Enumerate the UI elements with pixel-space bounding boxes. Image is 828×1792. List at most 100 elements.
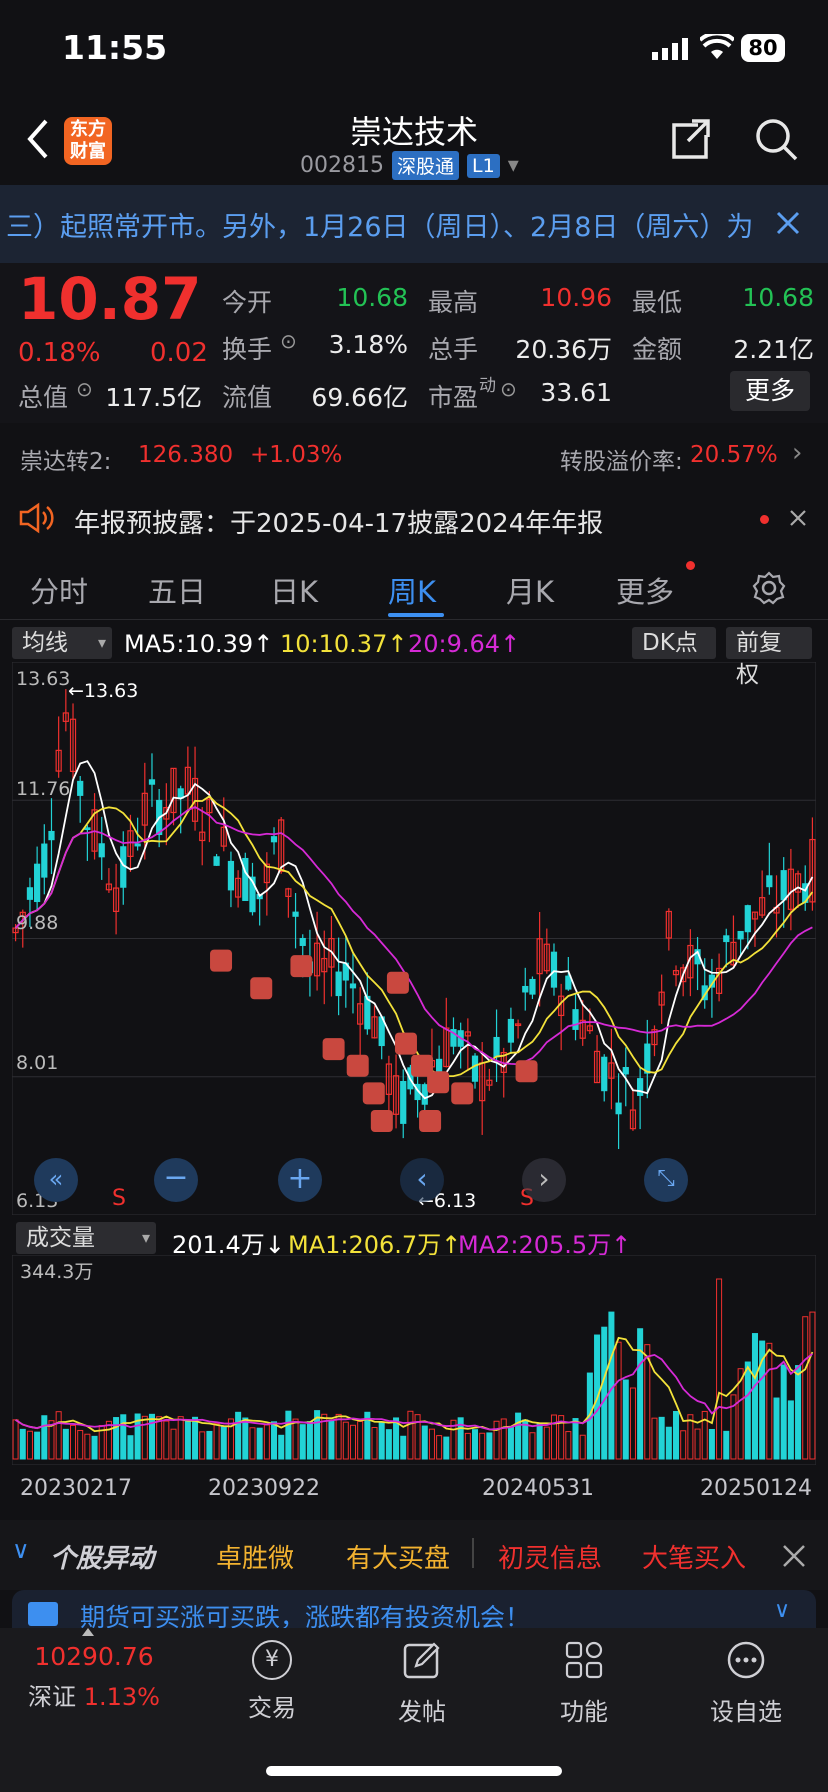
tab-daily-k[interactable]: 日K: [270, 569, 318, 611]
nav-add-watchlist[interactable]: 设自选: [696, 1640, 796, 1727]
market-notice[interactable]: 三）起照常开市。另外，1月26日（周日）、2月8日（周六）为: [0, 185, 828, 263]
grid-icon: [565, 1641, 603, 1679]
axis-label: 11.76: [16, 778, 71, 800]
candle-body: [572, 1009, 579, 1030]
buy-marker: [427, 1071, 450, 1094]
navigation-bar: 东方 财富 崇达技术 002815 深股通 L1 ▾: [0, 95, 828, 185]
float-cap-value: 69.66亿: [311, 383, 408, 412]
search-icon[interactable]: [754, 117, 798, 161]
collapse-icon[interactable]: ∨: [12, 1536, 30, 1564]
zoom-in-icon[interactable]: +: [278, 1158, 322, 1202]
tab-weekly-k[interactable]: 周K: [388, 569, 436, 611]
info-icon[interactable]: ⊙: [76, 377, 93, 401]
candle-body: [227, 860, 235, 891]
float-cap-label: 流值: [222, 383, 273, 412]
volume-indicator-select[interactable]: 成交量 ▾: [16, 1222, 156, 1254]
tab-monthly-k[interactable]: 月K: [506, 569, 554, 611]
volume-bar: [141, 1415, 148, 1460]
ma5-value: MA5:10.39↑: [124, 630, 274, 658]
volume-bar: [213, 1423, 220, 1460]
volume-bar: [572, 1418, 579, 1460]
info-icon[interactable]: ⊙: [280, 329, 297, 353]
fullscreen-icon[interactable]: ⤡: [644, 1158, 688, 1202]
volume-bar: [421, 1425, 428, 1460]
volume-bar: [515, 1412, 522, 1460]
candle-body: [299, 937, 306, 946]
open-value: 10.68: [336, 283, 408, 312]
volume-bar: [19, 1428, 26, 1460]
announcement-bar[interactable]: 年报预披露：于2025-04-17披露2024年年报: [0, 488, 828, 548]
rewind-icon[interactable]: «: [34, 1158, 78, 1202]
low-value: 10.68: [742, 283, 814, 312]
volume-bar: [70, 1424, 77, 1460]
candle-body: [148, 779, 156, 785]
nav-trade[interactable]: ¥ 交易: [222, 1640, 322, 1723]
sell-signal: S: [112, 1186, 126, 1211]
alert-item[interactable]: 有大买盘: [346, 1538, 450, 1575]
expand-icon[interactable]: [82, 1628, 94, 1636]
volume-bar: [249, 1427, 256, 1460]
volume-bar: [651, 1417, 658, 1460]
volume-bar: [278, 1434, 285, 1460]
indicator-select[interactable]: 均线 ▾: [12, 627, 112, 659]
close-icon[interactable]: [782, 1544, 806, 1568]
axis-label-top: 13.63: [16, 668, 71, 690]
tab-intraday[interactable]: 分时: [30, 569, 88, 611]
candle-body: [550, 951, 558, 988]
candle-body: [737, 930, 744, 940]
promo-banner[interactable]: 期货可买涨可买跌，涨跌都有投资机会！ ∨: [12, 1590, 816, 1630]
active-tab-indicator: [388, 613, 444, 617]
tab-more[interactable]: 更多: [616, 569, 674, 611]
date-axis: 20230217 20230922 20240531 20250124: [0, 1472, 828, 1508]
axis-label: 8.01: [16, 1052, 59, 1074]
volume-bar: [84, 1433, 91, 1460]
volume-bar: [263, 1424, 270, 1460]
candle-body: [421, 1084, 428, 1105]
volume-bar: [292, 1418, 299, 1460]
alert-item[interactable]: 卓胜微: [216, 1538, 294, 1575]
tab-five-day[interactable]: 五日: [148, 569, 206, 611]
volume-bar: [256, 1427, 263, 1460]
volume-header: 成交量 ▾ 201.4万↓ MA1:206.7万↑ MA2:205.5万↑: [0, 1220, 828, 1259]
nav-functions[interactable]: 功能: [534, 1640, 634, 1727]
index-name: 深证: [28, 1683, 77, 1711]
alert-item[interactable]: 初灵信息: [498, 1538, 602, 1575]
next-icon[interactable]: ›: [522, 1158, 566, 1202]
volume-chart[interactable]: 344.3万: [11, 1254, 817, 1466]
premium-label: 转股溢价率:: [560, 449, 683, 475]
trade-icon: ¥: [252, 1640, 292, 1680]
dk-point-button[interactable]: DK点: [632, 627, 716, 659]
settings-icon[interactable]: [752, 571, 786, 605]
turnover-label: 换手: [222, 335, 273, 364]
volume-bar: [177, 1416, 184, 1460]
volume-bar: [400, 1435, 407, 1460]
buy-marker: [394, 1032, 417, 1055]
volume-bar: [220, 1425, 227, 1460]
nav-post[interactable]: 发帖: [372, 1640, 472, 1727]
more-button[interactable]: 更多: [730, 371, 810, 411]
prev-icon[interactable]: ‹: [400, 1158, 444, 1202]
pe-sup: 动: [479, 376, 496, 396]
share-icon[interactable]: [668, 117, 712, 161]
buy-marker: [419, 1109, 442, 1132]
adjust-button[interactable]: 前复权: [726, 627, 812, 688]
stock-code-line[interactable]: 002815 深股通 L1 ▾: [300, 151, 519, 180]
index-quote[interactable]: 10290.76 深证 1.13%: [24, 1640, 164, 1712]
zoom-out-icon[interactable]: −: [154, 1158, 198, 1202]
high-label: 最高: [428, 288, 479, 317]
close-icon[interactable]: [776, 211, 800, 235]
alert-item[interactable]: 大笔买入: [642, 1538, 746, 1575]
buy-marker: [210, 949, 233, 972]
close-icon[interactable]: [790, 510, 806, 526]
volume-bar: [26, 1430, 33, 1460]
buy-marker: [250, 977, 273, 1000]
info-icon[interactable]: ⊙: [500, 377, 517, 401]
announcement-text: 年报预披露：于2025-04-17披露2024年年报: [74, 509, 604, 539]
candlestick-chart[interactable]: 13.63 11.76 9.88 8.01 6.13 ←13.63 ←6.13 …: [11, 661, 817, 1216]
date-label: 20230922: [208, 1476, 320, 1501]
bond-name: 崇达转2:: [20, 449, 112, 475]
convertible-bond-row[interactable]: 崇达转2: 126.380 +1.03% 转股溢价率: 20.57% ›: [0, 430, 828, 480]
volume-bar: [744, 1361, 751, 1460]
low-label: 最低: [632, 288, 683, 317]
chevron-down-icon[interactable]: ∨: [774, 1598, 790, 1623]
